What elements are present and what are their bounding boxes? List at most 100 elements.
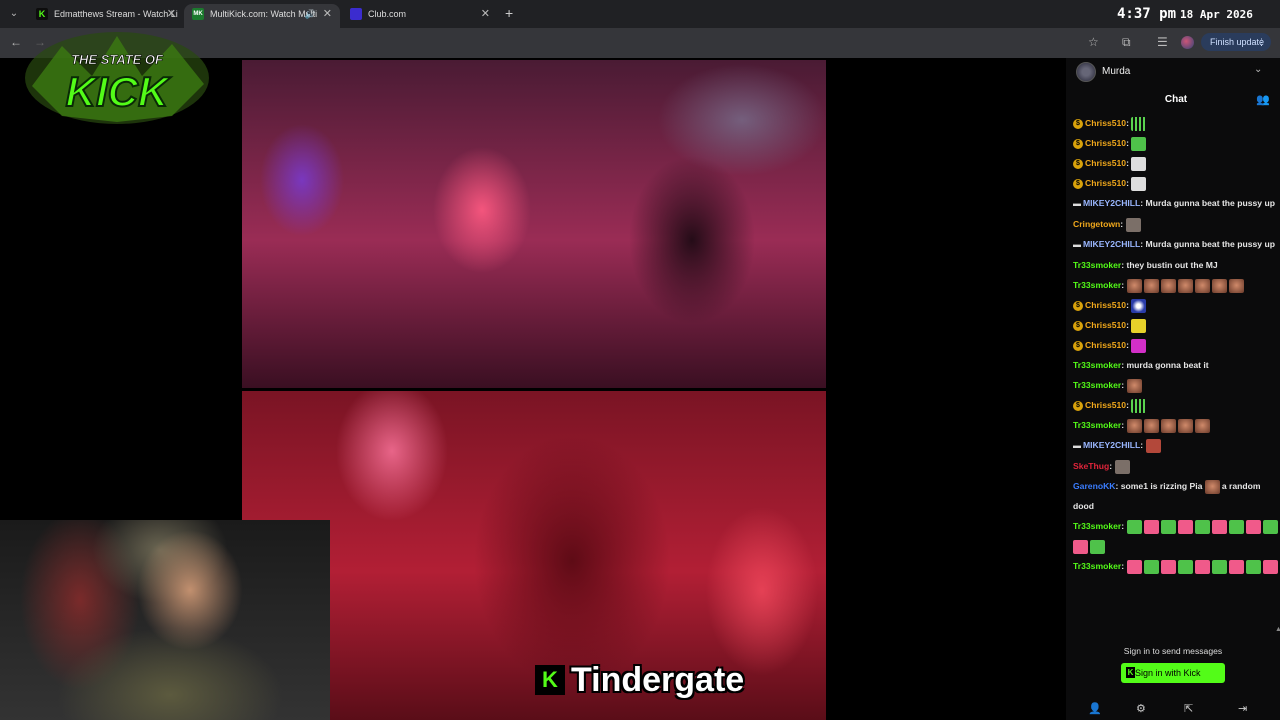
logo-line2: KICK <box>66 68 171 115</box>
emote-icon[interactable] <box>1228 278 1244 293</box>
emote-icon[interactable] <box>1131 298 1147 313</box>
chat-username[interactable]: Tr33smoker <box>1073 280 1121 290</box>
chat-username[interactable]: Chriss510 <box>1085 138 1126 148</box>
chevron-down-icon[interactable]: ⌄ <box>1254 64 1262 75</box>
back-arrow-icon[interactable]: ← <box>10 35 22 49</box>
emote-icon[interactable] <box>1160 519 1176 534</box>
emote-icon[interactable] <box>1194 418 1210 433</box>
emote-icon[interactable] <box>1143 519 1159 534</box>
chat-username[interactable]: Chriss510 <box>1085 178 1126 188</box>
chat-username[interactable]: Chriss510 <box>1085 320 1126 330</box>
emote-icon[interactable] <box>1125 217 1141 232</box>
emote-icon[interactable] <box>1262 559 1278 574</box>
collapse-chat-icon[interactable]: ⇥ <box>1238 702 1247 715</box>
profile-avatar-icon[interactable] <box>1181 36 1194 49</box>
emote-icon[interactable] <box>1143 278 1159 293</box>
stream-video-top[interactable] <box>242 60 826 388</box>
chat-username[interactable]: Tr33smoker <box>1073 561 1121 571</box>
finish-update-button[interactable]: Finish update ⋮ <box>1201 33 1271 51</box>
emote-icon[interactable] <box>1131 318 1147 333</box>
emote-icon[interactable] <box>1126 278 1142 293</box>
chat-username[interactable]: Chriss510 <box>1085 300 1126 310</box>
emote-icon[interactable] <box>1262 519 1278 534</box>
chat-username[interactable]: Tr33smoker <box>1073 360 1121 370</box>
chat-username[interactable]: Tr33smoker <box>1073 521 1121 531</box>
scrollbar-arrow-icon[interactable]: ▲ <box>1275 626 1280 634</box>
emote-icon[interactable] <box>1204 479 1220 494</box>
emote-icon[interactable] <box>1073 539 1088 554</box>
emote-icon[interactable] <box>1126 378 1142 393</box>
emote-icon[interactable] <box>1131 156 1147 171</box>
menu-dots-icon[interactable]: ⋮ <box>1257 33 1266 51</box>
hat-badge-icon: ▬ <box>1073 199 1081 208</box>
emote-icon[interactable] <box>1143 418 1159 433</box>
users-icon[interactable]: 👥 <box>1256 93 1270 106</box>
chat-messages[interactable]: $ Chriss510: $ Chriss510: $ Chriss510: $ Chr… <box>1066 113 1280 633</box>
emote-icon[interactable] <box>1211 519 1227 534</box>
chat-message: Tr33smoker: <box>1066 415 1280 435</box>
extensions-icon[interactable]: ⧉ <box>1122 35 1131 50</box>
tab-edmatthews-stream[interactable]: K Edmatthews Stream - Watch Li ✕ <box>28 4 184 28</box>
signin-with-kick-button[interactable]: K Sign in with Kick <box>1121 663 1225 683</box>
subscriber-badge-icon: $ <box>1073 158 1083 169</box>
close-tab-icon[interactable]: ✕ <box>481 4 490 24</box>
chat-username[interactable]: MIKEY2CHILL <box>1083 440 1140 450</box>
emote-icon[interactable] <box>1177 418 1193 433</box>
emote-icon[interactable] <box>1211 278 1227 293</box>
popout-icon[interactable]: ⇱ <box>1184 702 1193 715</box>
chat-username[interactable]: Cringetown <box>1073 219 1120 229</box>
emote-icon[interactable] <box>1194 519 1210 534</box>
emote-icon[interactable] <box>1131 136 1147 151</box>
chat-username[interactable]: GarenoKK <box>1073 481 1116 491</box>
emote-icon[interactable] <box>1211 559 1227 574</box>
chat-username[interactable]: Tr33smoker <box>1073 260 1121 270</box>
emote-icon[interactable] <box>1143 559 1159 574</box>
chat-username[interactable]: MIKEY2CHILL <box>1083 239 1140 249</box>
emote-icon[interactable] <box>1131 398 1147 413</box>
emote-icon[interactable] <box>1126 519 1142 534</box>
emote-icon[interactable] <box>1126 559 1142 574</box>
close-tab-icon[interactable]: ✕ <box>167 4 176 24</box>
tab-search-dropdown-icon[interactable]: ⌄ <box>6 6 22 22</box>
emote-icon[interactable] <box>1090 539 1105 554</box>
emote-icon[interactable] <box>1131 116 1147 131</box>
emote-icon[interactable] <box>1177 278 1193 293</box>
gear-icon[interactable]: ⚙ <box>1136 702 1146 715</box>
chat-username[interactable]: Chriss510 <box>1085 118 1126 128</box>
emote-icon[interactable] <box>1131 338 1147 353</box>
emote-icon[interactable] <box>1245 559 1261 574</box>
bookmark-star-icon[interactable]: ☆ <box>1088 35 1099 49</box>
emote-icon[interactable] <box>1160 559 1176 574</box>
chat-colon: : <box>1121 280 1127 290</box>
new-tab-button[interactable]: + <box>505 4 513 22</box>
emote-icon[interactable] <box>1228 559 1244 574</box>
close-tab-icon[interactable]: ✕ <box>323 4 332 24</box>
chat-username[interactable]: MIKEY2CHILL <box>1083 198 1140 208</box>
chat-username[interactable]: Chriss510 <box>1085 400 1126 410</box>
emote-icon[interactable] <box>1177 519 1193 534</box>
tab-multikick[interactable]: MK MultiKick.com: Watch Multi 🔊 ✕ <box>184 4 340 28</box>
add-user-icon[interactable]: 👤 <box>1088 702 1102 715</box>
reading-list-icon[interactable]: ☰ <box>1157 35 1168 49</box>
emote-icon[interactable] <box>1131 176 1147 191</box>
chat-username[interactable]: Tr33smoker <box>1073 380 1121 390</box>
chat-username[interactable]: Chriss510 <box>1085 340 1126 350</box>
chat-username[interactable]: Chriss510 <box>1085 158 1126 168</box>
emote-icon[interactable] <box>1114 459 1130 474</box>
tab-club[interactable]: Club.com ✕ <box>342 4 498 28</box>
emote-icon[interactable] <box>1177 559 1193 574</box>
chat-message: GarenoKK: some1 is rizzing Pia a random … <box>1066 476 1280 516</box>
speaker-icon[interactable]: 🔊 <box>305 4 316 24</box>
emote-icon[interactable] <box>1245 519 1261 534</box>
emote-icon[interactable] <box>1194 559 1210 574</box>
emote-icon[interactable] <box>1160 278 1176 293</box>
chat-username[interactable]: SkeThug <box>1073 461 1109 471</box>
chat-panel: Murda ⌄ Chat 👥 $ Chriss510: $ Chriss510: $… <box>1066 58 1280 720</box>
emote-icon[interactable] <box>1145 438 1161 453</box>
emote-icon[interactable] <box>1160 418 1176 433</box>
channel-selector[interactable]: Murda ⌄ <box>1066 58 1280 86</box>
emote-icon[interactable] <box>1194 278 1210 293</box>
emote-icon[interactable] <box>1126 418 1142 433</box>
emote-icon[interactable] <box>1228 519 1244 534</box>
chat-username[interactable]: Tr33smoker <box>1073 420 1121 430</box>
